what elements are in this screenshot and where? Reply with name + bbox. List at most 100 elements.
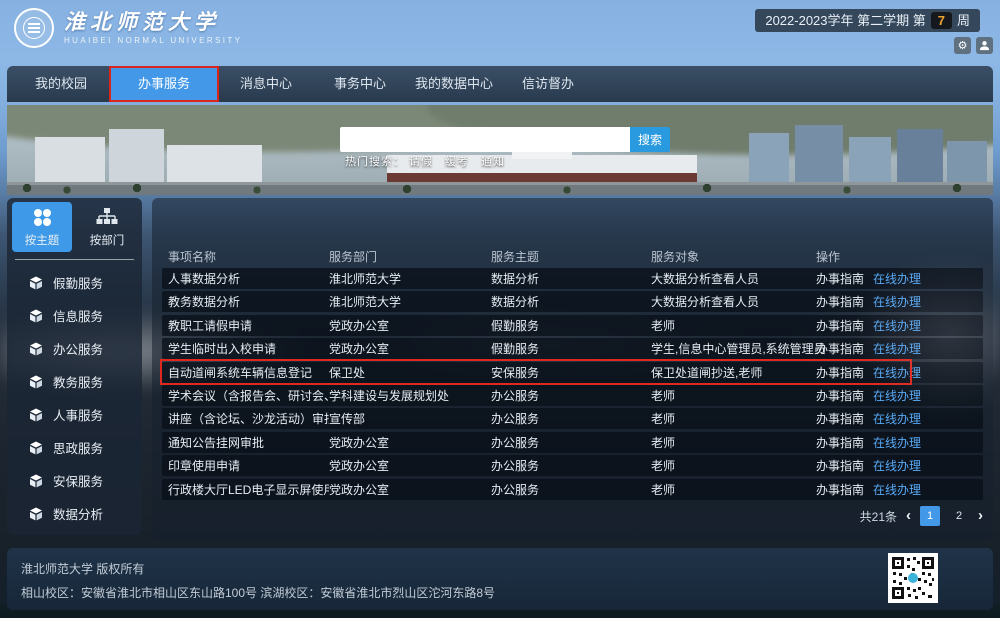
cell-department: 宣传部	[329, 410, 491, 427]
online-handle-link[interactable]: 在线办理	[873, 457, 921, 474]
online-handle-link[interactable]: 在线办理	[873, 387, 921, 404]
user-button[interactable]	[976, 37, 993, 54]
university-name-en: HUAIBEI NORMAL UNIVERSITY	[64, 36, 242, 45]
search-button[interactable]: 搜索	[630, 127, 670, 152]
hot-search-links[interactable]: 热门搜索： 请假 缓考 通知	[345, 153, 505, 169]
prev-page-button[interactable]: ‹	[906, 506, 911, 526]
settings-button[interactable]: ⚙	[954, 37, 971, 54]
nav-tab-4[interactable]: 事务中心	[313, 66, 407, 102]
sidebar-item-1[interactable]: 假勤服务	[7, 266, 142, 299]
table-row-5[interactable]: 自动道闸系统车辆信息登记保卫处安保服务保卫处道闸抄送,老师办事指南在线办理	[162, 362, 983, 383]
guide-link[interactable]: 办事指南	[816, 340, 864, 357]
cell-topic: 办公服务	[491, 481, 651, 498]
pagination-total: 共21条	[860, 508, 897, 525]
cell-department: 党政办公室	[329, 434, 491, 451]
cell-name: 教职工请假申请	[162, 317, 329, 334]
cell-name: 行政楼大厅LED电子显示屏使用申请	[162, 481, 329, 498]
cell-operations: 办事指南在线办理	[816, 270, 983, 287]
qr-code-image	[891, 556, 935, 600]
campus-address-text: 相山校区：安徽省淮北市相山区东山路100号 滨湖校区：安徽省淮北市烈山区沱河东路…	[21, 584, 495, 601]
sidebar-tab-1[interactable]: 按主题	[12, 202, 72, 252]
cell-operations: 办事指南在线办理	[816, 410, 983, 427]
online-handle-link[interactable]: 在线办理	[873, 340, 921, 357]
cell-target: 学生,信息中心管理员,系统管理员	[651, 340, 816, 357]
semester-indicator: 2022-2023学年 第二学期 第 7 周	[755, 9, 980, 32]
table-row-1[interactable]: 人事数据分析淮北师范大学数据分析大数据分析查看人员办事指南在线办理	[162, 268, 983, 289]
qr-code	[888, 553, 938, 603]
online-handle-link[interactable]: 在线办理	[873, 364, 921, 381]
table-header-row: 事项名称服务部门服务主题服务对象操作	[162, 244, 983, 268]
service-box-icon	[29, 408, 43, 422]
cell-name: 通知公告挂网审批	[162, 434, 329, 451]
cell-operations: 办事指南在线办理	[816, 293, 983, 310]
sidebar-item-6[interactable]: 思政服务	[7, 431, 142, 464]
sidebar-item-2[interactable]: 信息服务	[7, 299, 142, 332]
sidebar-items: 假勤服务信息服务办公服务教务服务人事服务思政服务安保服务数据分析	[7, 260, 142, 530]
guide-link[interactable]: 办事指南	[816, 317, 864, 334]
table-rows: 人事数据分析淮北师范大学数据分析大数据分析查看人员办事指南在线办理教务数据分析淮…	[162, 268, 983, 502]
table-row-9[interactable]: 印章使用申请党政办公室办公服务老师办事指南在线办理	[162, 455, 983, 476]
cell-department: 党政办公室	[329, 340, 491, 357]
sidebar-item-label: 人事服务	[53, 405, 103, 424]
search-input[interactable]	[340, 127, 630, 152]
guide-link[interactable]: 办事指南	[816, 387, 864, 404]
building-shape	[167, 145, 262, 187]
online-handle-link[interactable]: 在线办理	[873, 434, 921, 451]
university-name-cn: 淮北师范大学	[64, 11, 242, 32]
pagination: 共21条 ‹ 12 ›	[860, 506, 983, 526]
table-row-6[interactable]: 学术会议（含报告会、研讨会、读书..学科建设与发展规划处办公服务老师办事指南在线…	[162, 385, 983, 406]
table-row-3[interactable]: 教职工请假申请党政办公室假勤服务老师办事指南在线办理	[162, 315, 983, 336]
nav-tab-6[interactable]: 信访督办	[501, 66, 595, 102]
table-row-8[interactable]: 通知公告挂网审批党政办公室办公服务老师办事指南在线办理	[162, 432, 983, 453]
nav-tab-3[interactable]: 消息中心	[219, 66, 313, 102]
sidebar-item-8[interactable]: 数据分析	[7, 497, 142, 530]
sidebar-tab-2[interactable]: 按部门	[77, 202, 137, 252]
table-row-2[interactable]: 教务数据分析淮北师范大学数据分析大数据分析查看人员办事指南在线办理	[162, 291, 983, 312]
online-handle-link[interactable]: 在线办理	[873, 481, 921, 498]
page-button-1[interactable]: 1	[920, 506, 940, 526]
sidebar-tab-label: 按主题	[25, 232, 60, 248]
table-row-4[interactable]: 学生临时出入校申请党政办公室假勤服务学生,信息中心管理员,系统管理员办事指南在线…	[162, 338, 983, 359]
column-header-1: 事项名称	[162, 248, 329, 265]
table-row-7[interactable]: 讲座（含论坛、沙龙活动）审批（备..宣传部办公服务老师办事指南在线办理	[162, 408, 983, 429]
service-box-icon	[29, 375, 43, 389]
cell-target: 保卫处道闸抄送,老师	[651, 364, 816, 381]
building-shape	[897, 129, 943, 189]
cell-name: 学生临时出入校申请	[162, 340, 329, 357]
university-logo: 淮北师范大学 HUAIBEI NORMAL UNIVERSITY	[14, 8, 242, 48]
column-header-5: 操作	[816, 248, 983, 265]
nav-tab-2[interactable]: 办事服务	[109, 66, 219, 102]
next-page-button[interactable]: ›	[978, 506, 983, 526]
campus-banner-photo: 搜索 热门搜索： 请假 缓考 通知	[7, 105, 993, 195]
nav-tab-1[interactable]: 我的校园	[13, 66, 109, 102]
cell-topic: 数据分析	[491, 270, 651, 287]
sidebar-item-3[interactable]: 办公服务	[7, 332, 142, 365]
guide-link[interactable]: 办事指南	[816, 434, 864, 451]
table-row-10[interactable]: 行政楼大厅LED电子显示屏使用申请党政办公室办公服务老师办事指南在线办理	[162, 479, 983, 500]
online-handle-link[interactable]: 在线办理	[873, 293, 921, 310]
sidebar-item-5[interactable]: 人事服务	[7, 398, 142, 431]
nav-tab-5[interactable]: 我的数据中心	[407, 66, 501, 102]
grid-icon	[32, 207, 52, 227]
online-handle-link[interactable]: 在线办理	[873, 410, 921, 427]
service-box-icon	[29, 441, 43, 455]
guide-link[interactable]: 办事指南	[816, 293, 864, 310]
guide-link[interactable]: 办事指南	[816, 481, 864, 498]
cell-target: 老师	[651, 457, 816, 474]
cell-topic: 办公服务	[491, 434, 651, 451]
page-button-2[interactable]: 2	[949, 506, 969, 526]
online-handle-link[interactable]: 在线办理	[873, 270, 921, 287]
guide-link[interactable]: 办事指南	[816, 364, 864, 381]
guide-link[interactable]: 办事指南	[816, 270, 864, 287]
cell-name: 学术会议（含报告会、研讨会、读书..	[162, 387, 329, 404]
main-navbar: 我的校园办事服务消息中心事务中心我的数据中心信访督办	[7, 66, 993, 102]
guide-link[interactable]: 办事指南	[816, 457, 864, 474]
guide-link[interactable]: 办事指南	[816, 410, 864, 427]
cell-target: 老师	[651, 481, 816, 498]
service-box-icon	[29, 309, 43, 323]
cell-topic: 假勤服务	[491, 317, 651, 334]
sidebar-item-label: 思政服务	[53, 438, 103, 457]
online-handle-link[interactable]: 在线办理	[873, 317, 921, 334]
sidebar-item-4[interactable]: 教务服务	[7, 365, 142, 398]
sidebar-item-7[interactable]: 安保服务	[7, 464, 142, 497]
